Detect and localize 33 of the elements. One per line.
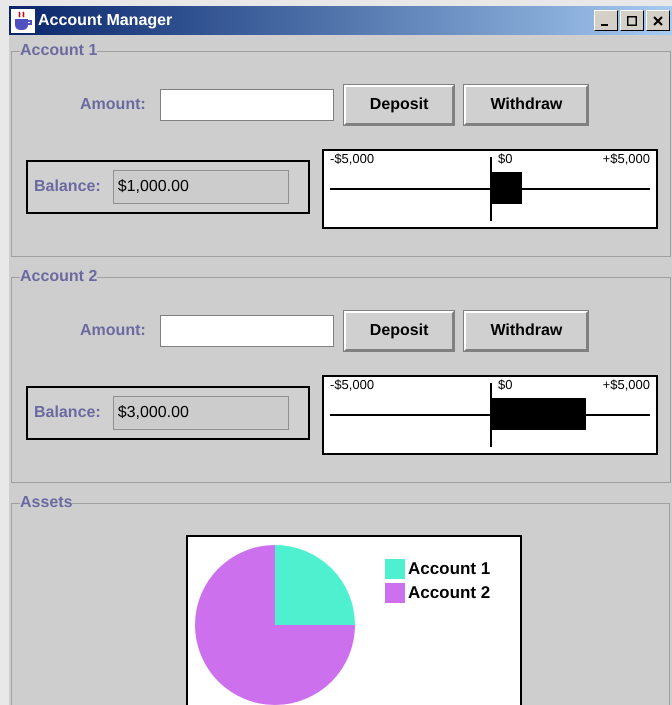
meter-max-label: +$5,000: [602, 377, 650, 392]
bank-button[interactable]: Deposit: [344, 311, 454, 351]
maximize-button[interactable]: [620, 10, 644, 31]
bank-button[interactable]: Withdraw: [464, 85, 588, 125]
amount-field[interactable]: [160, 89, 334, 121]
bank-button[interactable]: Deposit: [344, 85, 454, 125]
legend-swatch-icon: [385, 583, 405, 603]
meter-zero-label: $0: [498, 151, 512, 166]
coffee-cup-icon: [11, 8, 35, 32]
amount-field[interactable]: [160, 315, 334, 347]
balance-label: Balance:: [34, 177, 101, 197]
window-title: Account Manager: [38, 10, 172, 30]
balance-field: $1,000.00: [112, 170, 289, 204]
meter-zero-label: $0: [498, 377, 512, 392]
section-title: Account 2: [20, 267, 98, 287]
section-title: Account 1: [20, 41, 98, 61]
meter-min-label: -$5,000: [330, 377, 374, 392]
section-title: Assets: [20, 493, 72, 513]
maximize-icon: [627, 16, 637, 26]
balance-field: $3,000.00: [112, 396, 289, 430]
amount-label: Amount:: [80, 95, 146, 115]
legend-label: Account 2: [408, 582, 490, 604]
meter-min-label: -$5,000: [330, 151, 374, 166]
legend-swatch-icon: [385, 559, 405, 579]
minimize-icon: [601, 24, 608, 26]
close-icon: [653, 16, 663, 26]
meter-max-label: +$5,000: [602, 151, 650, 166]
close-button[interactable]: [646, 10, 670, 31]
legend-label: Account 1: [408, 558, 490, 580]
balance-label: Balance:: [34, 403, 101, 423]
minimize-button[interactable]: [594, 10, 618, 31]
bank-button[interactable]: Withdraw: [464, 311, 588, 351]
amount-label: Amount:: [80, 321, 146, 341]
